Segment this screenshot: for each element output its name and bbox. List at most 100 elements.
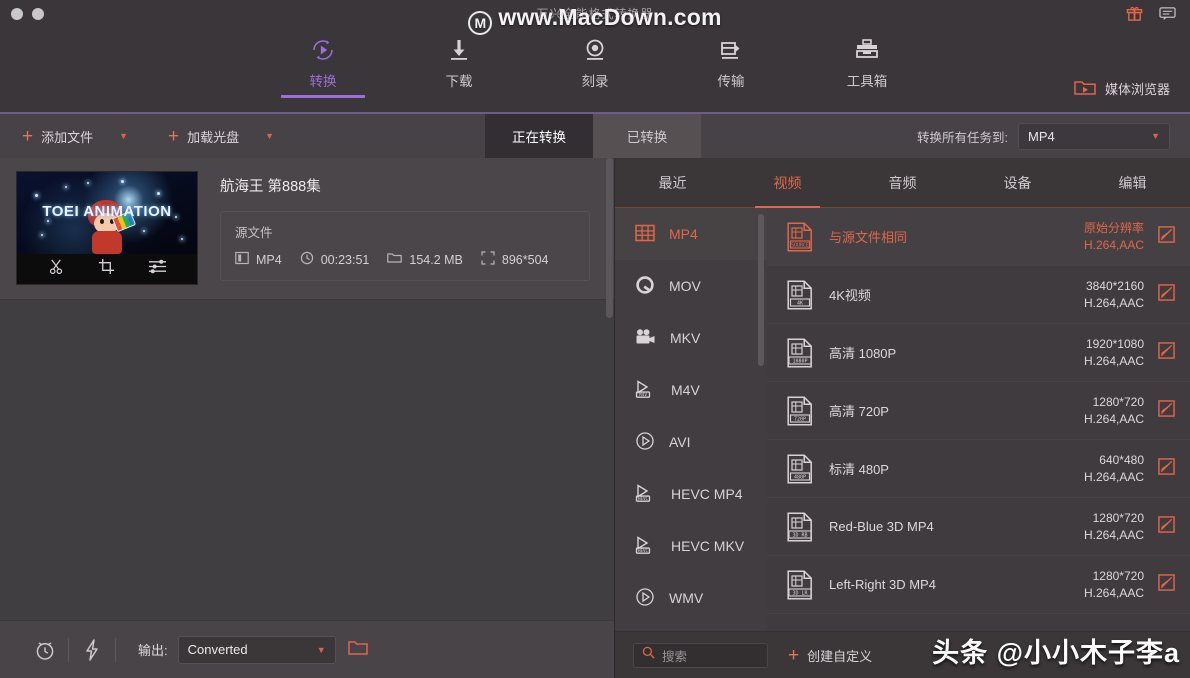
preset-row[interactable]: 480P 标清 480P 640*480 H.264,AAC (767, 440, 1190, 498)
preset-edit-icon[interactable] (1158, 516, 1176, 538)
m4v-file-icon: M4V (635, 379, 657, 402)
format-item-avi[interactable]: AVI (615, 416, 767, 468)
format-item-mkv[interactable]: MKV (615, 312, 767, 364)
source-properties: MP4 00:23:51 (235, 251, 575, 268)
timer-icon[interactable] (22, 639, 68, 661)
task-tabs: 正在转换 已转换 (485, 114, 701, 158)
format-item-hevc-mkv[interactable]: HEVC HEVC MKV (615, 520, 767, 572)
action-toolbar: + 添加文件 ▼ + 加载光盘 ▼ 正在转换 已转换 转换所有任务到: MP4 … (0, 114, 1190, 158)
tab-recent[interactable]: 最近 (615, 158, 730, 207)
preset-file-icon: 3D RB (785, 512, 815, 542)
preset-edit-icon[interactable] (1158, 400, 1176, 422)
task-list-scrollbar[interactable] (606, 158, 613, 318)
format-item-m4v[interactable]: M4V M4V (615, 364, 767, 416)
nav-item-toolbox[interactable]: 工具箱 (825, 34, 909, 96)
crop-icon[interactable] (98, 258, 115, 280)
preset-codec: H.264,AAC (1084, 411, 1144, 428)
preset-edit-icon[interactable] (1158, 342, 1176, 364)
preset-spec: 3840*2160 H.264,AAC (1084, 278, 1144, 312)
format-list-scrollbar[interactable] (758, 214, 764, 366)
search-input[interactable]: 搜索 (633, 643, 768, 668)
preset-edit-icon[interactable] (1158, 458, 1176, 480)
preset-row[interactable]: 1080P 高清 1080P 1920*1080 H.264,AAC (767, 324, 1190, 382)
format-label-hevc-mkv: HEVC MKV (671, 538, 744, 554)
tab-device[interactable]: 设备 (960, 158, 1075, 207)
format-item-wmv[interactable]: WMV (615, 572, 767, 624)
preset-row[interactable]: SOURCE 与源文件相同 原始分辨率 H.264,AAC (767, 208, 1190, 266)
thumbnail-artwork: TOEI ANIMATION (17, 172, 197, 254)
preset-edit-icon[interactable] (1158, 574, 1176, 596)
preset-row[interactable]: 4K 4K视频 3840*2160 H.264,AAC (767, 266, 1190, 324)
preset-name: 高清 1080P (815, 343, 1084, 362)
create-custom-button[interactable]: + 创建自定义 (788, 646, 872, 665)
format-item-mp4[interactable]: MP4 (615, 208, 767, 260)
nav-item-transfer[interactable]: 传输 (689, 34, 773, 96)
preset-codec: H.264,AAC (1084, 237, 1144, 254)
preset-list: SOURCE 与源文件相同 原始分辨率 H.264,AAC (767, 208, 1190, 631)
preset-resolution: 1280*720 (1084, 510, 1144, 527)
output-label: 输出: (138, 640, 168, 659)
tab-audio[interactable]: 音频 (845, 158, 960, 207)
gift-icon[interactable] (1126, 5, 1143, 27)
svg-text:M4V: M4V (639, 392, 647, 398)
preset-row[interactable]: 3D LR Left-Right 3D MP4 1280*720 H.264,A… (767, 556, 1190, 614)
format-label-mp4: MP4 (669, 226, 698, 242)
tab-video[interactable]: 视频 (730, 158, 845, 207)
nav-label-convert: 转换 (281, 70, 365, 90)
open-folder-icon[interactable] (348, 639, 368, 661)
output-folder-select[interactable]: Converted ▼ (178, 636, 336, 664)
format-item-hevc-mp4[interactable]: HEVC HEVC MP4 (615, 468, 767, 520)
media-browser-label: 媒体浏览器 (1105, 79, 1170, 98)
effects-icon[interactable] (148, 258, 167, 280)
nav-label-burn: 刻录 (553, 70, 637, 90)
media-browser-button[interactable]: 媒体浏览器 (1074, 78, 1170, 99)
preset-resolution: 1920*1080 (1084, 336, 1144, 353)
video-thumbnail[interactable]: TOEI ANIMATION (16, 171, 198, 285)
nav-item-burn[interactable]: 刻录 (553, 34, 637, 96)
nav-label-transfer: 传输 (689, 70, 773, 90)
preset-row[interactable]: 3D RB Red-Blue 3D MP4 1280*720 H.264,AAC (767, 498, 1190, 556)
nav-active-indicator (281, 95, 365, 98)
preset-row[interactable]: 720P 高清 720P 1280*720 H.264,AAC (767, 382, 1190, 440)
task-row[interactable]: TOEI ANIMATION (0, 158, 614, 300)
preset-codec: H.264,AAC (1084, 295, 1144, 312)
preset-edit-icon[interactable] (1158, 284, 1176, 306)
tab-converted[interactable]: 已转换 (593, 114, 701, 158)
chevron-down-icon: ▼ (1151, 131, 1160, 141)
preset-badge: 720P (794, 416, 806, 422)
format-body: MP4 MOV (615, 208, 1190, 631)
preset-file-icon: SOURCE (785, 222, 815, 252)
lightning-icon[interactable] (69, 639, 115, 661)
load-disc-button[interactable]: + 加载光盘 (164, 127, 243, 146)
add-files-dropdown-icon[interactable]: ▼ (119, 131, 128, 141)
task-title: 航海王 第888集 (220, 175, 590, 196)
trim-icon[interactable] (48, 258, 65, 280)
preset-badge: 4K (797, 300, 803, 306)
prop-format: MP4 (235, 251, 282, 268)
add-files-button[interactable]: + 添加文件 (18, 127, 97, 146)
thumbnail-logo-text: TOEI ANIMATION (17, 203, 197, 220)
preset-resolution: 3840*2160 (1084, 278, 1144, 295)
tab-converting[interactable]: 正在转换 (485, 114, 593, 158)
format-item-mov[interactable]: MOV (615, 260, 767, 312)
convert-all-format-select[interactable]: MP4 ▼ (1018, 123, 1170, 150)
source-info-box: 源文件 MP4 (220, 211, 590, 281)
feedback-icon[interactable] (1159, 6, 1176, 26)
nav-label-download: 下载 (417, 70, 501, 90)
duration-value: 00:23:51 (321, 253, 370, 267)
nav-item-convert[interactable]: 转换 (281, 34, 365, 96)
resolution-icon (481, 251, 495, 268)
preset-codec: H.264,AAC (1084, 353, 1144, 370)
preset-edit-icon[interactable] (1158, 226, 1176, 248)
download-icon (417, 34, 501, 66)
format-icon (235, 251, 249, 268)
nav-item-download[interactable]: 下载 (417, 34, 501, 96)
convert-icon (281, 34, 365, 66)
load-disc-dropdown-icon[interactable]: ▼ (265, 131, 274, 141)
app-header: 万兴全能格式转换器 Mwww.MacDown.com (0, 0, 1190, 114)
source-label: 源文件 (235, 222, 575, 241)
preset-name: 与源文件相同 (815, 227, 1084, 246)
transfer-icon (689, 34, 773, 66)
format-type-list: MP4 MOV (615, 208, 767, 631)
tab-edit[interactable]: 编辑 (1075, 158, 1190, 207)
